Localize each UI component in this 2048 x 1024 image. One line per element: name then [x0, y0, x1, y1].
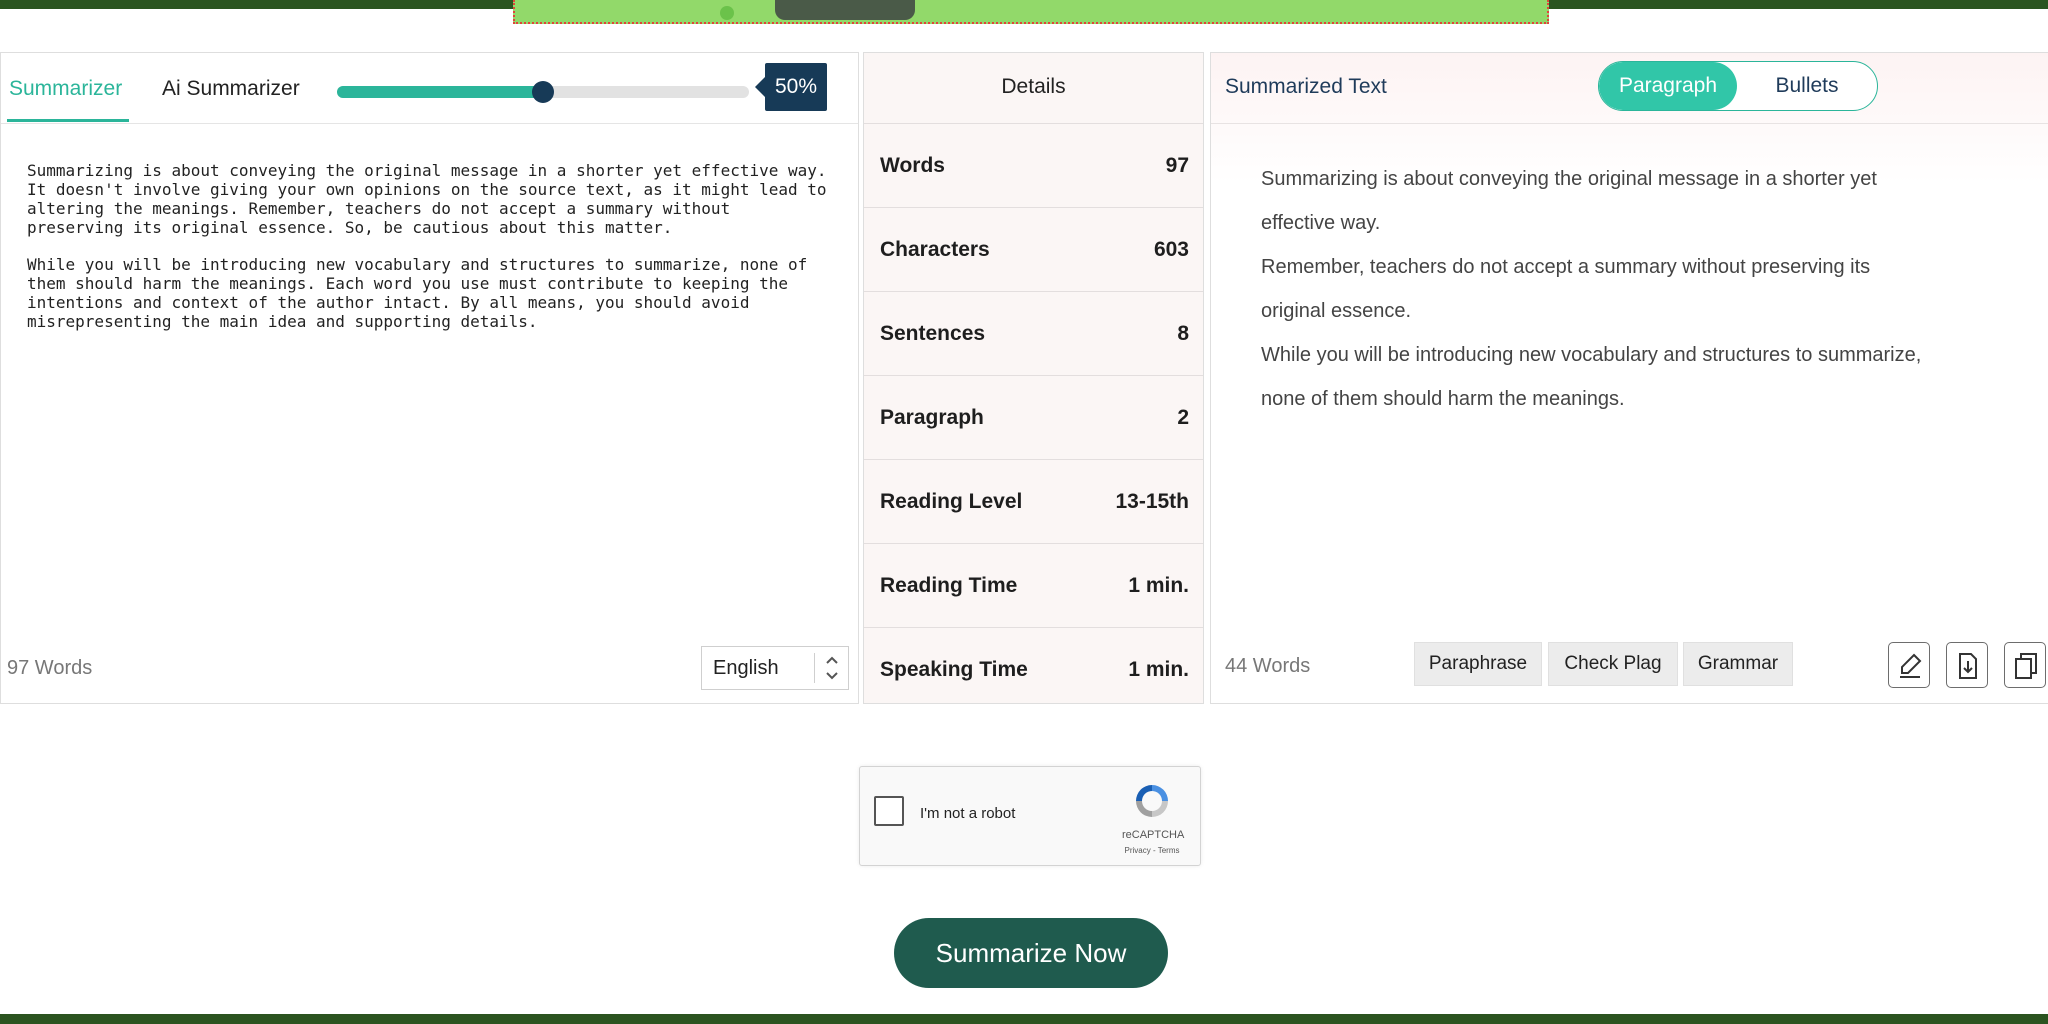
copy-icon[interactable]: [2004, 642, 2046, 688]
summary-line: Summarizing is about conveying the origi…: [1261, 168, 1877, 190]
captcha-label: I'm not a robot: [920, 805, 1016, 822]
language-select[interactable]: English: [701, 646, 849, 690]
detail-value: 97: [1165, 154, 1189, 177]
captcha-brand: reCAPTCHA: [1122, 829, 1185, 841]
details-panel: Details Words 97 Characters 603 Sentence…: [863, 52, 1204, 704]
summary-output[interactable]: Summarizing is about conveying the origi…: [1261, 157, 2048, 421]
detail-label: Characters: [880, 238, 990, 261]
detail-label: Speaking Time: [880, 658, 1028, 681]
source-paragraph: Summarizing is about conveying the origi…: [27, 161, 827, 237]
select-separator: [814, 653, 815, 683]
detail-label: Paragraph: [880, 406, 984, 429]
highlighter-icon[interactable]: [1888, 642, 1930, 688]
slider-value-badge: 50%: [755, 63, 827, 111]
detail-label: Words: [880, 154, 945, 177]
summary-line: original essence.: [1261, 300, 1412, 322]
summary-line: While you will be introducing new vocabu…: [1261, 344, 1922, 366]
detail-row-words: Words 97: [864, 123, 1203, 207]
output-title: Summarized Text: [1225, 75, 1387, 98]
detail-row-reading-level: Reading Level 13-15th: [864, 459, 1203, 543]
language-select-value: English: [713, 657, 779, 679]
detail-row-sentences: Sentences 8: [864, 291, 1203, 375]
tab-divider: [1, 123, 858, 124]
detail-value: 2: [1177, 406, 1189, 429]
detail-value: 13-15th: [1115, 490, 1189, 513]
output-panel: Summarized Text Paragraph Bullets Summar…: [1210, 52, 2048, 704]
bottom-frame-bar: [0, 1014, 2048, 1024]
tab-ai-summarizer[interactable]: Ai Summarizer: [162, 77, 300, 101]
tab-summarizer[interactable]: Summarizer: [9, 77, 122, 101]
details-title: Details: [1001, 75, 1066, 98]
detail-row-paragraph: Paragraph 2: [864, 375, 1203, 459]
toggle-paragraph[interactable]: Paragraph: [1599, 62, 1737, 110]
summary-length-slider[interactable]: [337, 81, 749, 103]
detail-row-speaking-time: Speaking Time 1 min.: [864, 627, 1203, 711]
paraphrase-button[interactable]: Paraphrase: [1414, 642, 1542, 686]
source-text-area[interactable]: Summarizing is about conveying the origi…: [27, 161, 827, 349]
summarize-now-button[interactable]: Summarize Now: [894, 918, 1168, 988]
top-banner-ad[interactable]: [513, 0, 1549, 24]
detail-value: 1 min.: [1128, 658, 1189, 681]
detail-label: Reading Time: [880, 574, 1018, 597]
captcha-checkbox[interactable]: [874, 796, 904, 826]
chevron-updown-icon: [822, 652, 842, 687]
summary-line: none of them should harm the meanings.: [1261, 388, 1625, 410]
active-tab-underline: [7, 119, 129, 122]
toggle-bullets[interactable]: Bullets: [1737, 62, 1877, 110]
detail-value: 603: [1153, 238, 1189, 261]
download-icon[interactable]: [1946, 642, 1988, 688]
format-toggle: Paragraph Bullets: [1598, 61, 1878, 111]
slider-thumb[interactable]: [532, 81, 554, 103]
detail-label: Reading Level: [880, 490, 1023, 513]
detail-value: 1 min.: [1128, 574, 1189, 597]
grammar-button[interactable]: Grammar: [1683, 642, 1793, 686]
banner-dot: [720, 6, 734, 20]
recaptcha-logo-icon: [1132, 781, 1172, 826]
detail-row-characters: Characters 603: [864, 207, 1203, 291]
recaptcha-widget: I'm not a robot reCAPTCHA Privacy - Term…: [859, 766, 1201, 866]
detail-label: Sentences: [880, 322, 986, 345]
banner-image: [775, 0, 915, 20]
output-word-count: 44 Words: [1225, 655, 1311, 677]
input-panel: Summarizer Ai Summarizer 50% Summarizing…: [0, 52, 859, 704]
captcha-links[interactable]: Privacy - Terms: [1122, 846, 1182, 855]
source-paragraph: While you will be introducing new vocabu…: [27, 255, 808, 331]
slider-fill: [337, 86, 543, 98]
output-divider: [1211, 123, 2048, 124]
detail-value: 8: [1177, 322, 1189, 345]
summary-line: Remember, teachers do not accept a summa…: [1261, 256, 1871, 278]
summary-line: effective way.: [1261, 212, 1381, 234]
input-word-count: 97 Words: [7, 657, 93, 679]
detail-row-reading-time: Reading Time 1 min.: [864, 543, 1203, 627]
check-plag-button[interactable]: Check Plag: [1548, 642, 1678, 686]
